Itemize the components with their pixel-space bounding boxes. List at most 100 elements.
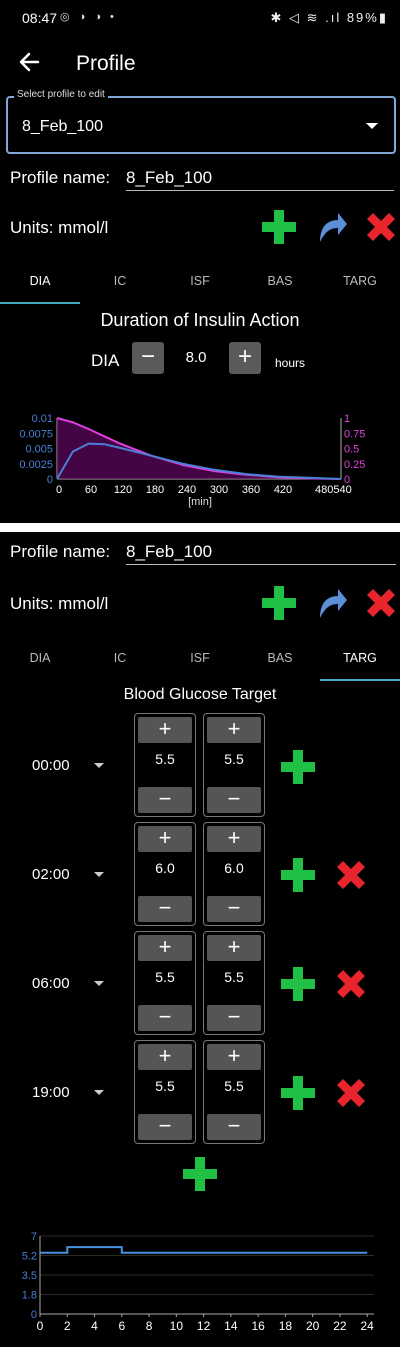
screenshot-targ-tab: Profile name: 8_Feb_100 Units: mmol/l DI… — [0, 532, 400, 1347]
high-target-value[interactable]: 6.0 — [204, 860, 264, 876]
x-tick-label: 6 — [118, 1319, 125, 1333]
active-tab-indicator — [320, 679, 400, 681]
x-tick-label: 24 — [361, 1319, 375, 1333]
status-icons: ◎ ◑ ◑ • — [60, 11, 117, 23]
profile-name-input[interactable]: 8_Feb_100 — [126, 542, 396, 565]
low-minus-button[interactable]: − — [138, 896, 192, 922]
x-tick-label: 0 — [37, 1319, 44, 1333]
x-tick-label: 120 — [114, 484, 132, 496]
high-target-value[interactable]: 5.5 — [204, 1078, 264, 1094]
high-plus-button[interactable]: + — [207, 826, 261, 852]
low-target-value[interactable]: 5.5 — [135, 1078, 195, 1094]
x-tick-label: 12 — [197, 1319, 211, 1333]
add-profile-plus-icon[interactable] — [262, 210, 296, 244]
add-row-plus-icon[interactable] — [281, 750, 315, 784]
delete-row-x-icon[interactable] — [334, 1076, 368, 1110]
dia-plus-button[interactable]: + — [229, 342, 261, 374]
delete-profile-x-icon[interactable] — [364, 210, 398, 244]
x-tick-label: 10 — [170, 1319, 184, 1333]
add-row-plus-icon[interactable] — [281, 858, 315, 892]
y-right-tick-label: 0.75 — [344, 428, 365, 440]
low-target-value[interactable]: 6.0 — [135, 860, 195, 876]
series-area — [57, 418, 341, 479]
profile-select-label: Select profile to edit — [14, 89, 108, 100]
dia-minus-button[interactable]: − — [132, 342, 164, 374]
x-tick-label: 60 — [85, 484, 97, 496]
target-profile-chart: 01.83.55.270 2 4 6 8 10 12 14 16 18 20 22 24 — [22, 1231, 375, 1333]
time-0200[interactable]: 02:00 — [32, 866, 70, 883]
low-target-stepper: + 5.5 − — [134, 931, 196, 1035]
x-tick-label: 180 — [146, 484, 164, 496]
tab-ic[interactable]: IC — [80, 651, 160, 665]
x-tick-label: 16 — [251, 1319, 265, 1333]
time-1900[interactable]: 19:00 — [32, 1084, 70, 1101]
low-plus-button[interactable]: + — [138, 935, 192, 961]
y-left-tick-label: 0.01 — [32, 413, 53, 425]
x-tick-label: 300 — [210, 484, 228, 496]
units-label: Units: mmol/l — [10, 218, 109, 237]
low-plus-button[interactable]: + — [138, 717, 192, 743]
high-minus-button[interactable]: − — [207, 1005, 261, 1031]
delete-row-x-icon[interactable] — [334, 967, 368, 1001]
dia-value[interactable]: 8.0 — [164, 342, 228, 374]
x-tick-label: 18 — [279, 1319, 293, 1333]
dia-activity-chart: 00.00250.0050.00750.0100.250.50.7510 60 12… — [19, 413, 365, 508]
high-target-value[interactable]: 5.5 — [204, 751, 264, 767]
y-tick-label: 1.8 — [22, 1290, 37, 1302]
low-target-value[interactable]: 5.5 — [135, 751, 195, 767]
low-target-stepper: + 5.5 − — [134, 1040, 196, 1144]
dia-title: Duration of Insulin Action — [100, 310, 300, 330]
low-plus-button[interactable]: + — [138, 1044, 192, 1070]
low-plus-button[interactable]: + — [138, 826, 192, 852]
page-title: Profile — [76, 52, 136, 75]
tab-targ[interactable]: TARG — [320, 651, 400, 665]
time-dropdown-icon[interactable] — [94, 1090, 104, 1095]
low-minus-button[interactable]: − — [138, 1005, 192, 1031]
low-minus-button[interactable]: − — [138, 1114, 192, 1140]
tab-isf[interactable]: ISF — [160, 274, 240, 288]
profile-name-input[interactable]: 8_Feb_100 — [126, 168, 394, 191]
tab-dia[interactable]: DIA — [0, 651, 80, 665]
time-dropdown-icon[interactable] — [94, 981, 104, 986]
add-row-plus-icon[interactable] — [281, 967, 315, 1001]
undo-icon[interactable] — [314, 210, 348, 244]
add-profile-plus-icon[interactable] — [262, 586, 296, 620]
dia-unit: hours — [275, 356, 306, 370]
delete-profile-x-icon[interactable] — [364, 586, 398, 620]
time-0600[interactable]: 06:00 — [32, 975, 70, 992]
high-plus-button[interactable]: + — [207, 935, 261, 961]
tab-bas[interactable]: BAS — [240, 651, 320, 665]
back-arrow-icon[interactable] — [16, 48, 44, 76]
add-row-plus-icon[interactable] — [281, 1076, 315, 1110]
x-tick-label: 480540 — [315, 484, 352, 496]
dia-label: DIA — [91, 351, 120, 370]
profile-name-label: Profile name: — [10, 542, 111, 561]
high-target-stepper: + 5.5 − — [203, 931, 265, 1035]
active-tab-indicator — [0, 302, 80, 304]
y-right-tick-label: 0.25 — [344, 459, 365, 471]
low-minus-button[interactable]: − — [138, 787, 192, 813]
high-plus-button[interactable]: + — [207, 1044, 261, 1070]
high-minus-button[interactable]: − — [207, 787, 261, 813]
high-plus-button[interactable]: + — [207, 717, 261, 743]
tab-ic[interactable]: IC — [80, 274, 160, 288]
tab-targ[interactable]: TARG — [320, 274, 400, 288]
time-dropdown-icon[interactable] — [94, 872, 104, 877]
dropdown-caret-icon[interactable] — [366, 123, 378, 129]
time-dropdown-icon[interactable] — [94, 763, 104, 768]
high-minus-button[interactable]: − — [207, 896, 261, 922]
high-target-value[interactable]: 5.5 — [204, 969, 264, 985]
high-minus-button[interactable]: − — [207, 1114, 261, 1140]
y-right-tick-label: 1 — [344, 413, 350, 425]
tab-bas[interactable]: BAS — [240, 274, 320, 288]
undo-icon[interactable] — [314, 586, 348, 620]
high-target-stepper: + 6.0 − — [203, 822, 265, 926]
y-tick-label: 7 — [31, 1231, 37, 1243]
tab-dia[interactable]: DIA — [0, 274, 80, 288]
profile-select-value: 8_Feb_100 — [22, 118, 103, 135]
time-0000[interactable]: 00:00 — [32, 757, 70, 774]
add-target-row-plus-icon[interactable] — [183, 1157, 217, 1191]
delete-row-x-icon[interactable] — [334, 858, 368, 892]
tab-isf[interactable]: ISF — [160, 651, 240, 665]
low-target-value[interactable]: 5.5 — [135, 969, 195, 985]
